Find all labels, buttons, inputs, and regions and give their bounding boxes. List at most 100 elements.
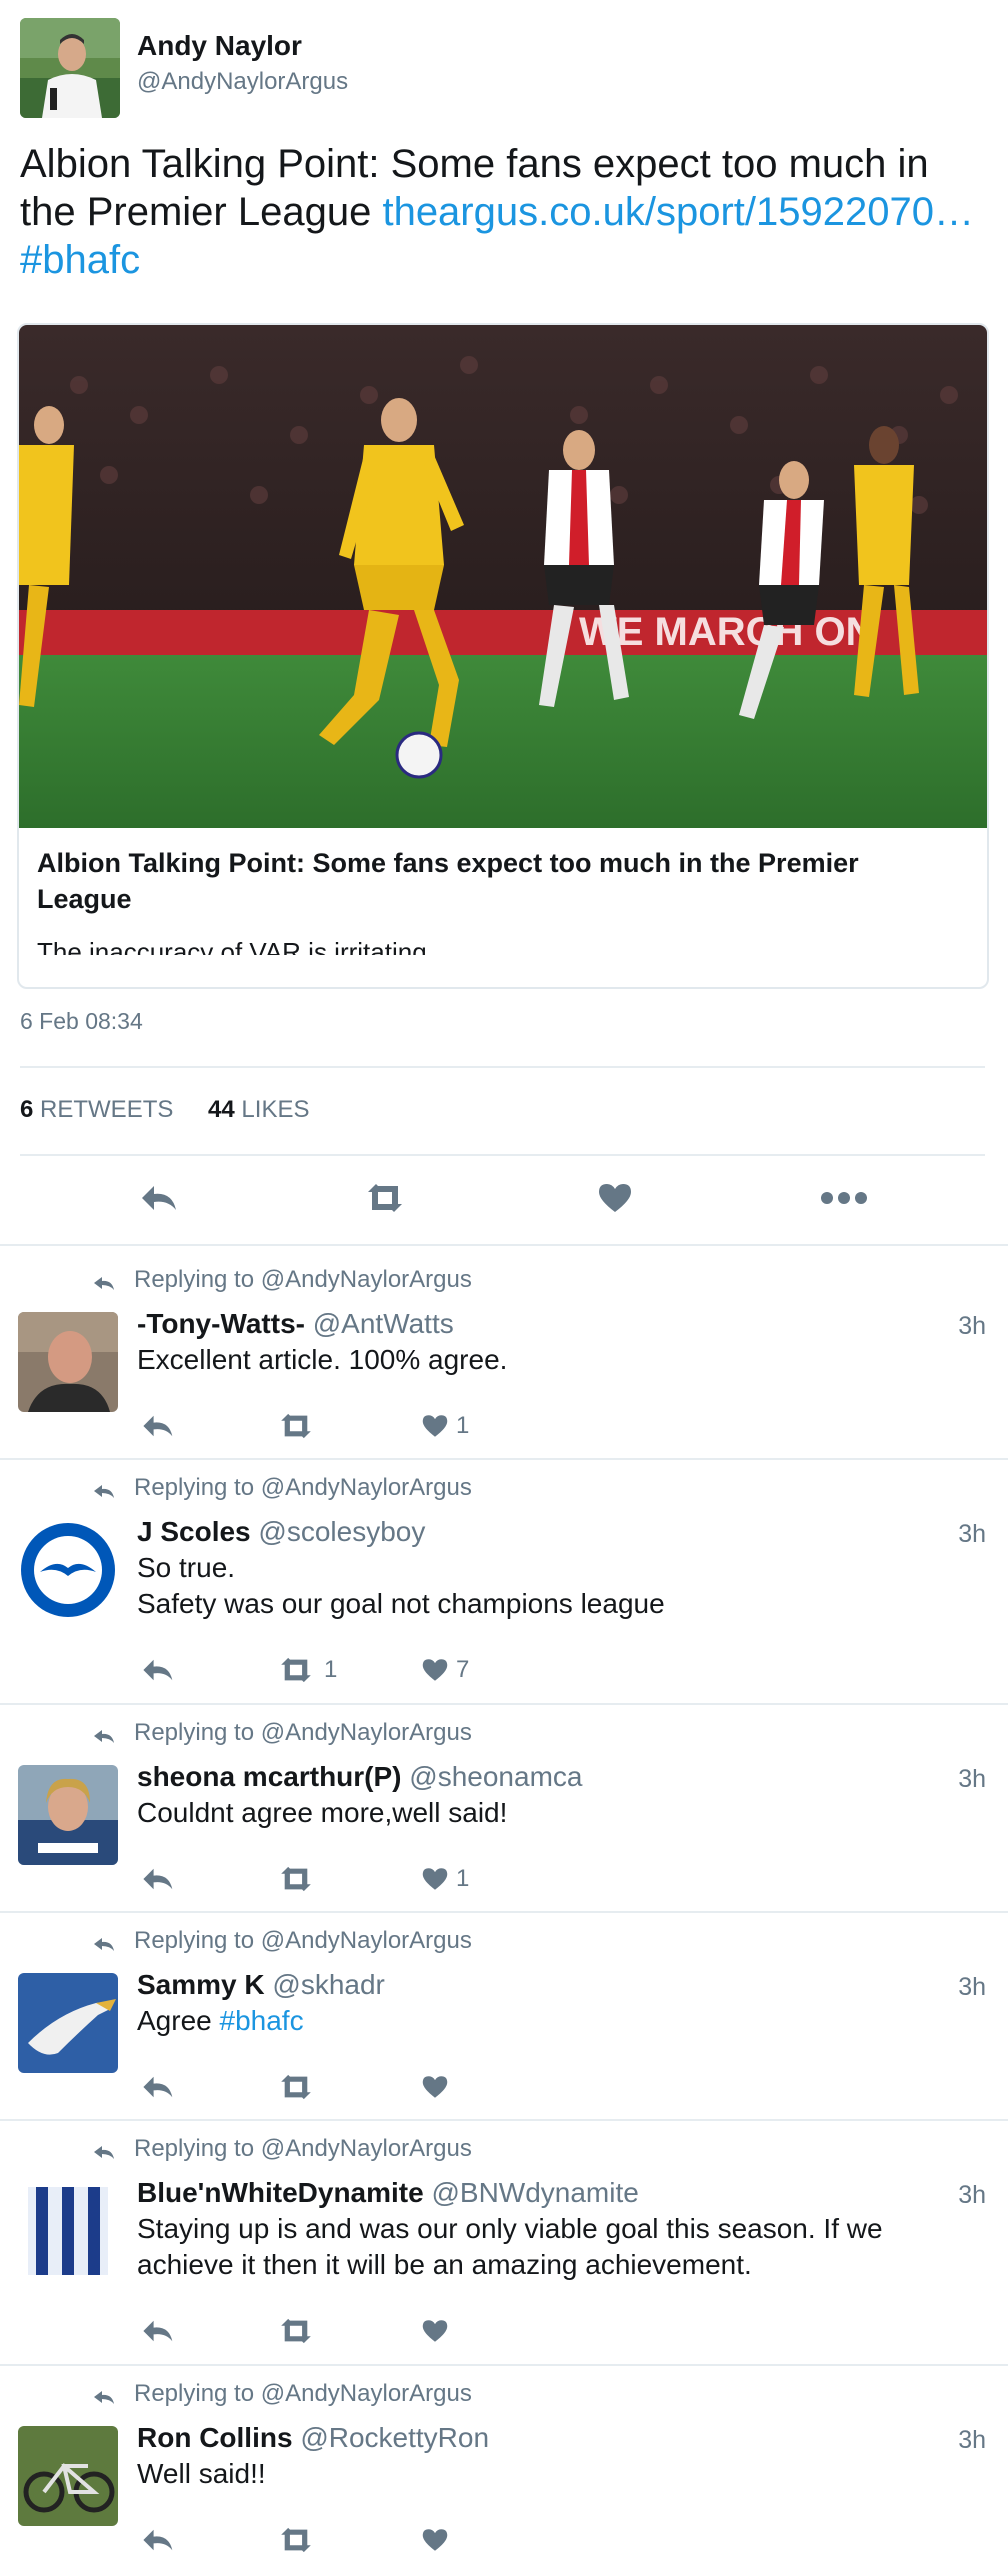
reply-retweet-button[interactable]: 1 (276, 1656, 422, 1684)
reply-like-button[interactable] (422, 2075, 448, 2099)
reply-context-icon (92, 1723, 116, 1751)
reply-hashtag[interactable]: #bhafc (220, 2005, 304, 2036)
reply-retweet-button[interactable] (276, 2073, 422, 2101)
author-name[interactable]: Andy Naylor (137, 30, 302, 62)
reply-retweet-button[interactable] (276, 2317, 422, 2345)
reply-context: Replying to @AndyNaylorArgus (92, 1474, 472, 1502)
reply-reply-button[interactable] (140, 1865, 276, 1893)
reply-actions: 1 (140, 1861, 469, 1897)
reply-time[interactable]: 3h (958, 2181, 986, 2210)
reply-actions (140, 2069, 448, 2105)
retweet-count-label[interactable]: RETWEETS (40, 1096, 173, 1123)
reply-context-icon (92, 2384, 116, 2412)
divider (0, 2119, 1008, 2121)
reply-like-button[interactable]: 1 (422, 1865, 469, 1893)
reply-author-handle[interactable]: @skhadr (272, 1969, 384, 2000)
reply-retweet-button[interactable] (276, 1412, 422, 1440)
reply-text-line: Well said!! (137, 2458, 266, 2489)
reply-context: Replying to @AndyNaylorArgus (92, 2135, 472, 2163)
link-card[interactable]: WE MARCH ON Albion Talking Point: Some f… (17, 323, 989, 989)
reply-body: So true. Safety was our goal not champion… (137, 1550, 957, 1622)
reply-context: Replying to @AndyNaylorArgus (92, 2380, 472, 2408)
reply-author-name[interactable]: Blue'nWhiteDynamite (137, 2177, 424, 2208)
avatar[interactable] (18, 2426, 118, 2526)
reply-actions: 1 (140, 1408, 469, 1444)
retweet-button[interactable] (362, 1178, 408, 1218)
reply-like-button[interactable] (422, 2528, 448, 2552)
reply-author-handle[interactable]: @AntWatts (313, 1308, 454, 1339)
card-title: Albion Talking Point: Some fans expect t… (37, 848, 859, 914)
reply-text-line: Couldnt agree more,well said! (137, 1797, 508, 1828)
reply-reply-button[interactable] (140, 2526, 276, 2554)
more-icon (821, 1192, 867, 1204)
reply-reply-button[interactable] (140, 2317, 276, 2345)
reply-like-button[interactable] (422, 2319, 448, 2343)
reply-text-line: Excellent article. 100% agree. (137, 1344, 508, 1375)
avatar[interactable] (18, 1765, 118, 1865)
tweet-link[interactable]: theargus.co.uk/sport/15922070… (382, 190, 974, 234)
reply-author-handle[interactable]: @scolesyboy (258, 1516, 425, 1547)
reply-time[interactable]: 3h (958, 2426, 986, 2455)
reply-context-text[interactable]: Replying to @AndyNaylorArgus (134, 2380, 472, 2407)
tweet-timestamp[interactable]: 6 Feb 08:34 (20, 1008, 143, 1035)
reply-time[interactable]: 3h (958, 1520, 986, 1549)
reply-context-text[interactable]: Replying to @AndyNaylorArgus (134, 1927, 472, 1954)
reply-author-handle[interactable]: @sheonamca (409, 1761, 582, 1792)
reply-time[interactable]: 3h (958, 1973, 986, 2002)
like-count[interactable]: 44 (208, 1096, 235, 1123)
reply-author-name[interactable]: Sammy K (137, 1969, 265, 2000)
reply-context-text[interactable]: Replying to @AndyNaylorArgus (134, 1474, 472, 1501)
reply-context-text[interactable]: Replying to @AndyNaylorArgus (134, 2135, 472, 2162)
reply-reply-button[interactable] (140, 1412, 276, 1440)
reply-like-button[interactable]: 1 (422, 1412, 469, 1440)
reply-like-count: 1 (456, 1865, 470, 1892)
reply-retweet-button[interactable] (276, 2526, 422, 2554)
reply-like-count: 1 (456, 1412, 470, 1439)
avatar[interactable] (18, 1312, 118, 1412)
more-button[interactable] (820, 1178, 868, 1218)
reply-author-name[interactable]: sheona mcarthur(P) (137, 1761, 402, 1792)
reply-context: Replying to @AndyNaylorArgus (92, 1719, 472, 1747)
reply-icon (140, 1865, 174, 1893)
avatar[interactable] (18, 1520, 118, 1620)
reply-reply-button[interactable] (140, 1656, 276, 1684)
reply-like-button[interactable]: 7 (422, 1656, 469, 1684)
reply-header: Sammy K @skhadr (137, 1969, 385, 2001)
reply-author-handle[interactable]: @BNWdynamite (431, 2177, 638, 2208)
reply-context: Replying to @AndyNaylorArgus (92, 1266, 472, 1294)
heart-icon (422, 1414, 448, 1438)
retweet-count[interactable]: 6 (20, 1096, 33, 1123)
like-count-label[interactable]: LIKES (241, 1096, 309, 1123)
reply-author-name[interactable]: J Scoles (137, 1516, 251, 1547)
reply-button[interactable] (138, 1178, 178, 1218)
divider (20, 1066, 985, 1068)
avatar[interactable] (18, 2181, 118, 2281)
card-description: The inaccuracy of VAR is irritating (37, 937, 427, 955)
svg-text:WE MARCH ON: WE MARCH ON (579, 610, 875, 654)
reply-author-name[interactable]: Ron Collins (137, 2422, 293, 2453)
author-handle[interactable]: @AndyNaylorArgus (137, 68, 348, 96)
reply-text: Agree (137, 2005, 220, 2036)
reply-retweet-button[interactable] (276, 1865, 422, 1893)
reply-reply-button[interactable] (140, 2073, 276, 2101)
divider (0, 2364, 1008, 2366)
retweet-icon (276, 1656, 316, 1684)
reply-time[interactable]: 3h (958, 1765, 986, 1794)
reply-author-handle[interactable]: @RockettyRon (300, 2422, 489, 2453)
reply-time[interactable]: 3h (958, 1312, 986, 1341)
card-image: WE MARCH ON (19, 325, 987, 828)
avatar[interactable] (18, 1973, 118, 2073)
author-avatar[interactable] (20, 18, 120, 118)
tweet-hashtag[interactable]: #bhafc (20, 238, 140, 282)
reply-body: Agree #bhafc (137, 2003, 957, 2039)
reply-context-text[interactable]: Replying to @AndyNaylorArgus (134, 1266, 472, 1293)
reply-context-text[interactable]: Replying to @AndyNaylorArgus (134, 1719, 472, 1746)
heart-icon (422, 2075, 448, 2099)
divider (0, 1244, 1008, 1246)
reply-author-name[interactable]: -Tony-Watts- (137, 1308, 305, 1339)
reply-icon (142, 1186, 176, 1210)
reply-context: Replying to @AndyNaylorArgus (92, 1927, 472, 1955)
reply-context-icon (92, 2139, 116, 2167)
retweet-icon (276, 2073, 316, 2101)
like-button[interactable] (598, 1178, 632, 1218)
